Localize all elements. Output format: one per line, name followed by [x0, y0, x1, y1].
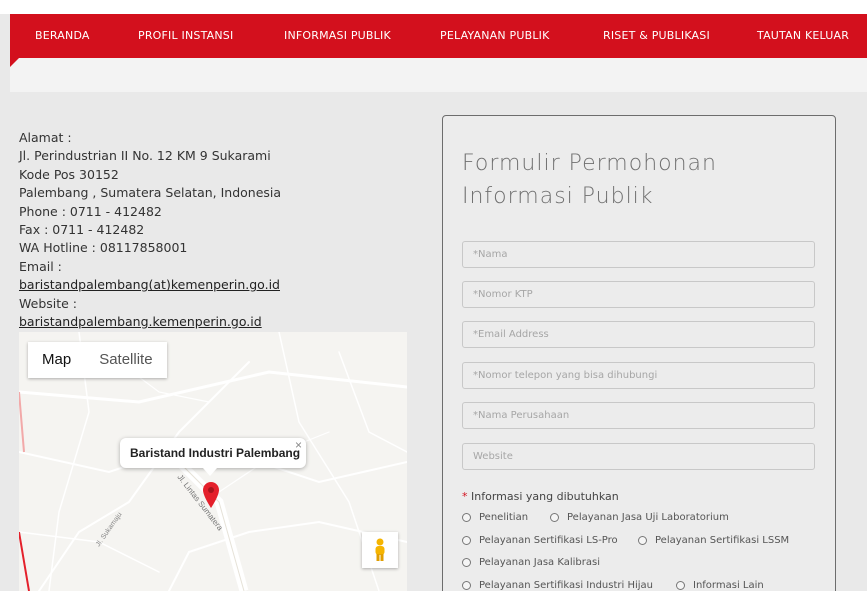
option-jasa-kalibrasi[interactable]: Pelayanan Jasa Kalibrasi [462, 557, 600, 568]
option-penelitian[interactable]: Penelitian [462, 512, 528, 523]
option-label: Pelayanan Sertifikasi LSSM [655, 535, 790, 546]
option-sertifikasi-ls-pro[interactable]: Pelayanan Sertifikasi LS-Pro [462, 535, 618, 546]
nav-item-tautan-keluar[interactable]: TAUTAN KELUAR [757, 29, 849, 42]
google-map[interactable]: Jl. Lintas Sumatera Jl. Sukamaju Map Sat… [19, 332, 407, 591]
sub-header-bar [10, 58, 867, 92]
nav-item-beranda[interactable]: BERANDA [35, 29, 90, 42]
option-industri-hijau[interactable]: Pelayanan Sertifikasi Industri Hijau [462, 580, 653, 591]
nav-item-informasi-publik[interactable]: INFORMASI PUBLIK [284, 29, 391, 42]
nav-ribbon-tail [10, 58, 19, 67]
nav-item-riset-publikasi[interactable]: RISET & PUBLIKASI [603, 29, 710, 42]
info-needed-text: Informasi yang dibutuhkan [471, 490, 619, 503]
phone-line: Phone : 0711 - 412482 [19, 203, 162, 219]
radio-icon[interactable] [462, 581, 471, 590]
required-marker: * [462, 490, 468, 503]
radio-icon[interactable] [462, 558, 471, 567]
option-label: Pelayanan Sertifikasi Industri Hijau [479, 580, 653, 591]
option-sertifikasi-lssm[interactable]: Pelayanan Sertifikasi LSSM [638, 535, 789, 546]
main-nav: BERANDA PROFIL INSTANSI INFORMASI PUBLIK… [10, 14, 867, 58]
company-name-input[interactable]: *Nama Perusahaan [462, 402, 815, 429]
wa-hotline-line: WA Hotline : 08117858001 [19, 240, 188, 256]
email-input[interactable]: *Email Address [462, 321, 815, 348]
info-window-pointer [203, 468, 217, 476]
option-label: Pelayanan Jasa Kalibrasi [479, 557, 600, 568]
email-label: Email : [19, 258, 62, 274]
option-label: Penelitian [479, 512, 529, 523]
option-label: Informasi Lain [693, 580, 764, 591]
street-view-pegman-button[interactable] [362, 532, 398, 568]
info-window-title: Baristand Industri Palembang [130, 446, 301, 460]
address-line: Jl. Perindustrian II No. 12 KM 9 Sukaram… [19, 148, 271, 164]
form-title: Formulir Permohonan Informasi Publik [462, 151, 717, 209]
map-marker-icon[interactable] [203, 482, 219, 508]
website-link[interactable]: baristandpalembang.kemenperin.go.id [19, 313, 309, 331]
address-line: Alamat : [19, 130, 72, 145]
option-uji-laboratorium[interactable]: Pelayanan Jasa Uji Laboratorium [550, 512, 729, 523]
option-label: Pelayanan Sertifikasi LS-Pro [479, 535, 618, 546]
pegman-icon [375, 538, 385, 561]
close-icon[interactable]: × [295, 430, 302, 460]
nav-item-pelayanan-publik[interactable]: PELAYANAN PUBLIK [440, 29, 550, 42]
fax-line: Fax : 0711 - 412482 [19, 222, 145, 238]
website-label: Website : [19, 295, 78, 311]
nama-input[interactable]: *Nama [462, 241, 815, 268]
radio-icon[interactable] [462, 536, 471, 545]
email-link[interactable]: baristandpalembang(at)kemenperin.go.id [19, 276, 309, 294]
info-needed-label: * Informasi yang dibutuhkan [462, 490, 619, 503]
map-road-label: Jl. Sukamaju [95, 511, 124, 548]
website-input[interactable]: Website [462, 443, 815, 470]
radio-icon[interactable] [550, 513, 559, 522]
address-line: Kode Pos 30152 [19, 166, 119, 182]
satellite-view-button[interactable]: Satellite [85, 342, 166, 378]
nomor-ktp-input[interactable]: *Nomor KTP [462, 281, 815, 308]
option-informasi-lain[interactable]: Informasi Lain [676, 580, 764, 591]
radio-icon[interactable] [676, 581, 685, 590]
map-info-window: Baristand Industri Palembang × [120, 438, 306, 468]
top-strip [0, 0, 867, 14]
option-label: Pelayanan Jasa Uji Laboratorium [567, 512, 729, 523]
map-type-toggle: Map Satellite [28, 342, 167, 378]
radio-icon[interactable] [462, 513, 471, 522]
address-line: Palembang , Sumatera Selatan, Indonesia [19, 185, 282, 201]
contact-address: Alamat : Jl. Perindustrian II No. 12 KM … [19, 129, 309, 331]
radio-icon[interactable] [638, 536, 647, 545]
map-view-button[interactable]: Map [28, 342, 85, 378]
nav-item-profil-instansi[interactable]: PROFIL INSTANSI [138, 29, 233, 42]
phone-input[interactable]: *Nomor telepon yang bisa dihubungi [462, 362, 815, 389]
